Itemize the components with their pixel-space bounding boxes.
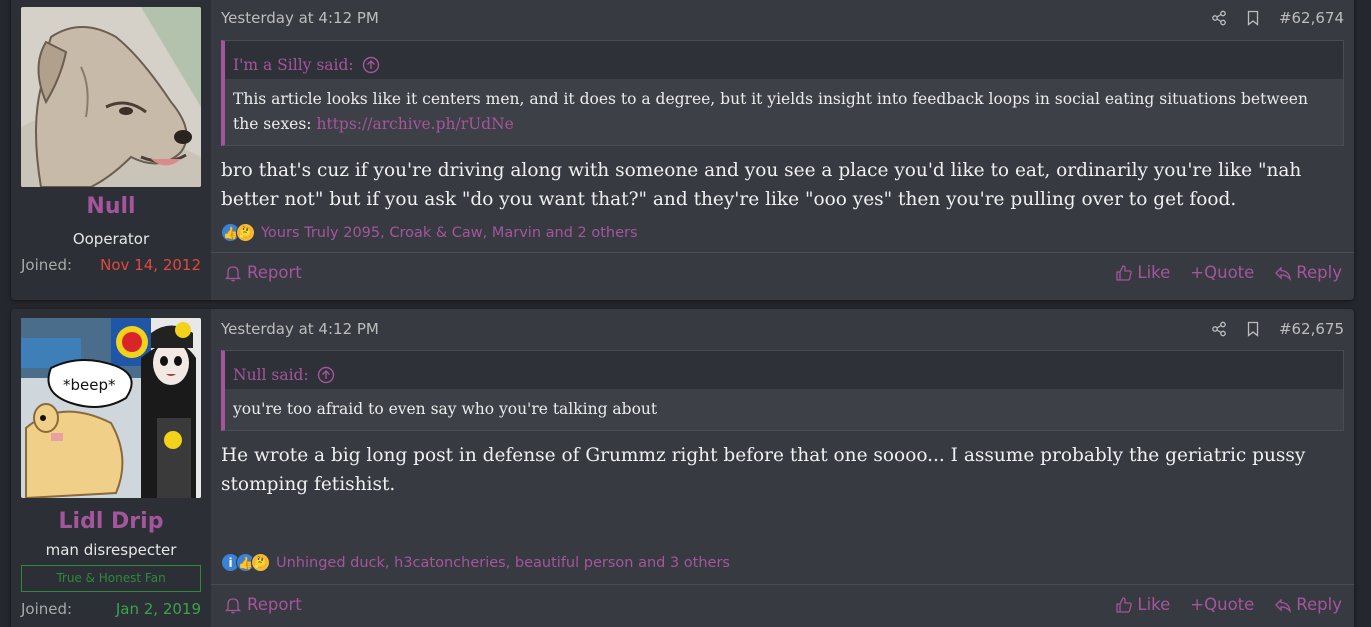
quote-block: Null said: you're too afraid to even say… <box>221 350 1344 431</box>
quote-author[interactable]: I'm a Silly said: <box>233 56 354 74</box>
quote-content: you're too afraid to even say who you're… <box>225 389 1343 430</box>
post-message: He wrote a big long post in defense of G… <box>221 445 1306 495</box>
quote-author[interactable]: Null said: <box>233 366 309 384</box>
bell-icon <box>224 596 243 614</box>
like-label: Like <box>1137 595 1171 614</box>
avatar[interactable] <box>21 7 201 187</box>
reply-button[interactable]: Reply <box>1274 595 1342 614</box>
quote-button[interactable]: +Quote <box>1190 595 1254 614</box>
reply-label: Reply <box>1296 595 1342 614</box>
post-meta-actions: #62,674 <box>1211 9 1344 27</box>
report-label: Report <box>247 263 302 282</box>
report-label: Report <box>247 595 302 614</box>
post-timestamp[interactable]: Yesterday at 4:12 PM <box>221 320 379 338</box>
joined-label: Joined: <box>21 600 73 618</box>
post-main: Yesterday at 4:12 PM #62,675 Null said: … <box>211 309 1354 627</box>
post-number[interactable]: #62,675 <box>1279 320 1344 338</box>
post-62675: *beep* Lidl Drip man disrespecter True &… <box>11 309 1354 627</box>
share-icon[interactable] <box>1211 10 1227 26</box>
joined-date: Nov 14, 2012 <box>100 256 201 274</box>
quote-label: +Quote <box>1190 595 1255 614</box>
thumbs-up-outline-icon <box>1115 596 1133 614</box>
quote-button[interactable]: +Quote <box>1190 263 1254 282</box>
like-label: Like <box>1137 263 1171 282</box>
post-meta-actions: #62,675 <box>1211 320 1344 338</box>
quote-link[interactable]: https://archive.ph/rUdNe <box>316 115 513 133</box>
avatar[interactable]: *beep* <box>21 318 201 498</box>
report-button[interactable]: Report <box>224 595 302 614</box>
quote-block: I'm a Silly said: This article looks lik… <box>221 40 1344 146</box>
bookmark-icon[interactable] <box>1245 321 1261 337</box>
quote-header[interactable]: I'm a Silly said: <box>225 41 1343 79</box>
username[interactable]: Lidl Drip <box>11 509 211 534</box>
post-main: Yesterday at 4:12 PM #62,674 I'm a Silly… <box>211 0 1354 300</box>
post-footer: Report Like +Quote Reply <box>211 252 1354 298</box>
quote-content: This article looks like it centers men, … <box>225 79 1343 145</box>
joined-label: Joined: <box>21 256 73 274</box>
share-icon[interactable] <box>1211 321 1227 337</box>
quote-header[interactable]: Null said: <box>225 351 1343 389</box>
reactions-text[interactable]: Unhinged duck, h3catoncheries, beautiful… <box>276 555 730 571</box>
quote-text: you're too afraid to even say who you're… <box>233 400 658 418</box>
thumbs-up-outline-icon <box>1115 264 1133 282</box>
joined-date: Jan 2, 2019 <box>115 600 201 618</box>
bell-icon <box>224 264 243 282</box>
arrow-up-circle-icon[interactable] <box>317 366 335 384</box>
user-info: Null Ooperator Joined: Nov 14, 2012 <box>11 0 211 300</box>
user-info: *beep* Lidl Drip man disrespecter True &… <box>11 309 211 627</box>
reply-arrow-icon <box>1274 264 1292 282</box>
reply-button[interactable]: Reply <box>1274 263 1342 282</box>
reactions-bar[interactable]: i 👍 🤔 Unhinged duck, h3catoncheries, bea… <box>221 553 730 572</box>
arrow-up-circle-icon[interactable] <box>362 56 380 74</box>
like-button[interactable]: Like <box>1115 595 1170 614</box>
thinking-face-icon: 🤔 <box>251 553 270 572</box>
user-title: man disrespecter <box>45 541 177 559</box>
reactions-bar[interactable]: 👍 🤔 Yours Truly 2095, Croak & Caw, Marvi… <box>221 223 638 242</box>
reply-label: Reply <box>1296 263 1342 282</box>
like-button[interactable]: Like <box>1115 263 1170 282</box>
post-message: bro that's cuz if you're driving along w… <box>221 160 1302 210</box>
report-button[interactable]: Report <box>224 263 302 282</box>
post-actions: Like +Quote Reply <box>1115 595 1342 614</box>
post-62674: Null Ooperator Joined: Nov 14, 2012 Yest… <box>11 0 1354 300</box>
post-number[interactable]: #62,674 <box>1279 9 1344 27</box>
username[interactable]: Null <box>11 194 211 219</box>
user-banner: True & Honest Fan <box>21 565 201 592</box>
post-timestamp[interactable]: Yesterday at 4:12 PM <box>221 9 379 27</box>
post-actions: Like +Quote Reply <box>1115 263 1342 282</box>
reactions-text[interactable]: Yours Truly 2095, Croak & Caw, Marvin an… <box>261 225 638 241</box>
thinking-face-icon: 🤔 <box>236 223 255 242</box>
reply-arrow-icon <box>1274 596 1292 614</box>
user-title: Ooperator <box>72 230 150 248</box>
bookmark-icon[interactable] <box>1245 10 1261 26</box>
quote-label: +Quote <box>1190 263 1255 282</box>
avatar-caption: *beep* <box>63 376 116 394</box>
post-footer: Report Like +Quote Reply <box>211 584 1354 627</box>
